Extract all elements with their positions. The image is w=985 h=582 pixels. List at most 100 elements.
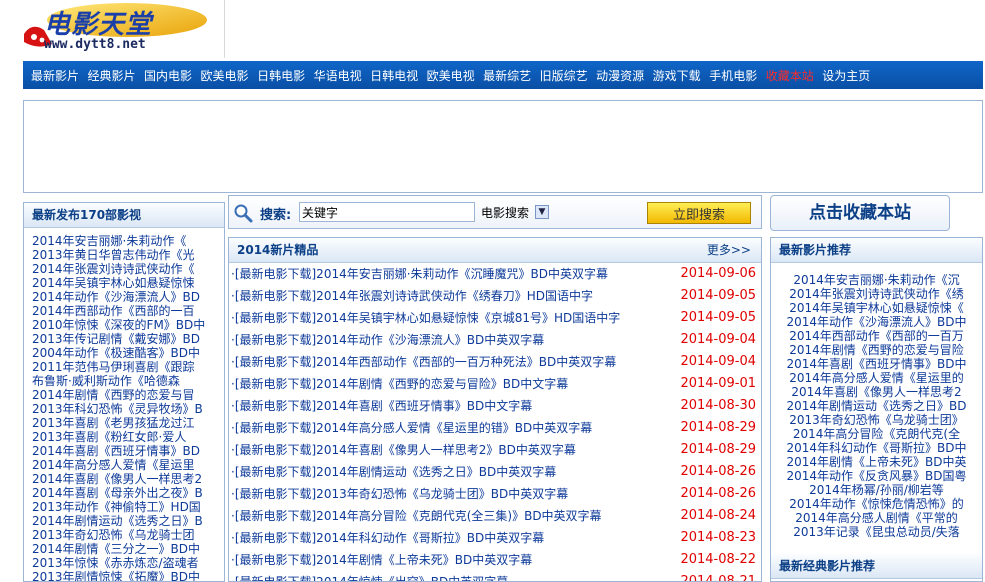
list-item[interactable]: 2013年黄日华曾志伟动作《光 — [32, 248, 224, 262]
movie-link[interactable]: ·[最新电影下载]2013年奇幻恐怖《乌龙骑士团》BD中英双字幕 — [231, 483, 568, 505]
nav-item[interactable]: 欧美电视 — [427, 67, 475, 84]
list-item[interactable]: 2014年安吉丽娜·朱莉动作《沉 — [771, 273, 982, 287]
list-item[interactable]: 2014年喜剧《像男人一样思考2 — [771, 385, 982, 399]
list-item[interactable]: 2014年剧情运动《选秀之日》BD — [771, 399, 982, 413]
table-row: ·[最新电影下载]2014年动作《沙海漂流人》BD中英双字幕 2014-09-04 — [229, 329, 761, 351]
list-item[interactable]: 2014年高分感人爱情《星运里 — [32, 458, 224, 472]
nav-item[interactable]: 游戏下载 — [653, 67, 701, 84]
list-item[interactable]: 2014年剧情《上帝未死》BD中英 — [771, 455, 982, 469]
list-item[interactable]: 2014年动作《沙海漂流人》BD — [32, 290, 224, 304]
chevron-down-icon: ▼ — [535, 205, 550, 219]
list-item[interactable]: 布鲁斯·威利斯动作《哈德森 — [32, 374, 224, 388]
search-type-select[interactable]: 电影搜索 ▼ — [481, 203, 550, 221]
banner-ad-area — [23, 100, 983, 193]
table-row: ·[最新电影下载]2014年高分冒险《克朗代克(全三集)》BD中英双字幕 2014… — [229, 505, 761, 527]
new-movies-header: 2014新片精品 更多>> — [229, 238, 761, 263]
search-button[interactable]: 立即搜索 — [647, 202, 751, 224]
movie-date: 2014-09-05 — [680, 288, 756, 303]
nav-item[interactable]: 日韩电视 — [370, 67, 418, 84]
movie-link[interactable]: ·[最新电影下载]2014年吴镇宇林心如悬疑惊悚《京城81号》HD国语中字 — [231, 307, 620, 329]
movie-link[interactable]: ·[最新电影下载]2014年安吉丽娜·朱莉动作《沉睡魔咒》BD中英双字幕 — [231, 263, 608, 285]
list-item[interactable]: 2013年传记剧情《戴安娜》BD — [32, 332, 224, 346]
list-item[interactable]: 2014年高分冒险《克朗代克(全 — [771, 427, 982, 441]
list-item[interactable]: 2014年剧情运动《选秀之日》B — [32, 514, 224, 528]
list-item[interactable]: 2014年西部动作《西部的一百万 — [771, 329, 982, 343]
movie-link[interactable]: ·[最新电影下载]2014年剧情运动《选秀之日》BD中英双字幕 — [231, 461, 556, 483]
list-item[interactable]: 2013年记录《昆虫总动员/失落 — [771, 525, 982, 539]
nav-item[interactable]: 国内电影 — [144, 67, 192, 84]
nav-item[interactable]: 欧美电影 — [201, 67, 249, 84]
list-item[interactable]: 2010年惊悚《深夜的FM》BD中 — [32, 318, 224, 332]
list-item[interactable]: 2014年安吉丽娜·朱莉动作《 — [32, 234, 224, 248]
list-item[interactable]: 2014年吴镇宇林心如悬疑惊悚 — [32, 276, 224, 290]
list-item[interactable]: 2014年动作《惊悚危情恐怖》的 — [771, 497, 982, 511]
list-item[interactable]: 2013年科幻恐怖《灵异牧场》B — [32, 402, 224, 416]
nav-item[interactable]: 动漫资源 — [596, 67, 644, 84]
movie-link[interactable]: ·[最新电影下载]2014年剧情《西野的恋爱与冒险》BD中文字幕 — [231, 373, 568, 395]
list-item[interactable]: 2004年动作《极速酷客》BD中 — [32, 346, 224, 360]
movie-link[interactable]: ·[最新电影下载]2014年高分冒险《克朗代克(全三集)》BD中英双字幕 — [231, 505, 602, 527]
list-item[interactable]: 2014年喜剧《西班牙情事》BD — [32, 444, 224, 458]
bookmark-button[interactable]: 点击收藏本站 — [770, 195, 950, 231]
movie-date: 2014-08-29 — [680, 420, 756, 435]
nav-item[interactable]: 日韩电影 — [257, 67, 305, 84]
list-item[interactable]: 2011年范伟马伊琍喜剧《跟踪 — [32, 360, 224, 374]
movie-link[interactable]: ·[最新电影下载]2014年惊悚《出窍》BD中英双字幕 — [231, 571, 508, 581]
nav-item[interactable]: 华语电视 — [314, 67, 362, 84]
list-item[interactable]: 2014年科幻动作《哥斯拉》BD中 — [771, 441, 982, 455]
list-item[interactable]: 2014年高分感人剧情《平常的 — [771, 511, 982, 525]
list-item[interactable]: 2014年吴镇宇林心如悬疑惊悚《 — [771, 301, 982, 315]
list-item[interactable]: 2013年喜剧《粉红女郎·爱人 — [32, 430, 224, 444]
nav-item[interactable]: 手机电影 — [709, 67, 757, 84]
movie-date: 2014-08-30 — [680, 398, 756, 413]
site-logo[interactable]: 电影天堂 www.dytt8.net — [22, 0, 222, 58]
nav-item[interactable]: 设为主页 — [822, 67, 870, 84]
list-item[interactable]: 2014年喜剧《西班牙情事》BD中 — [771, 357, 982, 371]
search-input[interactable] — [299, 202, 475, 222]
table-row: ·[最新电影下载]2014年喜剧《西班牙情事》BD中文字幕 2014-08-30 — [229, 395, 761, 417]
movie-link[interactable]: ·[最新电影下载]2014年西部动作《西部的一百万种死法》BD中英双字幕 — [231, 351, 616, 373]
nav-item[interactable]: 旧版综艺 — [540, 67, 588, 84]
list-item[interactable]: 2013年动作《神偷特工》HD国 — [32, 500, 224, 514]
list-item[interactable]: 2013年剧情惊悚《拓魔》BD中 — [32, 570, 224, 581]
list-item[interactable]: 2014年剧情《西野的恋爱与冒 — [32, 388, 224, 402]
list-item[interactable]: 2013年惊悚《赤赤炼恋/盗魂者 — [32, 556, 224, 570]
list-item[interactable]: 2014年西部动作《西部的一百 — [32, 304, 224, 318]
latest-release-title: 最新发布170部影视 — [24, 203, 224, 228]
list-item[interactable]: 2014年喜剧《母亲外出之夜》B — [32, 486, 224, 500]
table-row: ·[最新电影下载]2014年喜剧《像男人一样思考2》BD中英双字幕 2014-08… — [229, 439, 761, 461]
list-item[interactable]: 2014年动作《沙海漂流人》BD中 — [771, 315, 982, 329]
movie-link[interactable]: ·[最新电影下载]2014年张震刘诗诗武侠动作《绣春刀》HD国语中字 — [231, 285, 593, 307]
logo-title: 电影天堂 — [44, 10, 153, 40]
movie-link[interactable]: ·[最新电影下载]2014年高分感人爱情《星运里的错》BD中英双字幕 — [231, 417, 592, 439]
list-item[interactable]: 2014年喜剧《像男人一样思考2 — [32, 472, 224, 486]
more-link[interactable]: 更多>> — [707, 238, 751, 262]
movie-date: 2014-08-29 — [680, 442, 756, 457]
latest-release-list: 2014年安吉丽娜·朱莉动作《 2013年黄日华曾志伟动作《光 2014年张震刘诗诗… — [24, 228, 224, 581]
nav-item[interactable]: 收藏本站 — [766, 67, 814, 84]
list-item[interactable]: 2013年奇幻恐怖《乌龙骑士团 — [32, 528, 224, 542]
list-item[interactable]: 2013年奇幻恐怖《乌龙骑士团》 — [771, 413, 982, 427]
search-icon — [234, 204, 253, 223]
list-item[interactable]: 2014年高分感人爱情《星运里的 — [771, 371, 982, 385]
movie-link[interactable]: ·[最新电影下载]2014年喜剧《西班牙情事》BD中文字幕 — [231, 395, 532, 417]
top-ad-area — [224, 0, 983, 58]
movie-date: 2014-09-04 — [680, 332, 756, 347]
movie-link[interactable]: ·[最新电影下载]2014年喜剧《像男人一样思考2》BD中英双字幕 — [231, 439, 576, 461]
classic-recommend-title: 最新经典影片推荐 — [771, 554, 982, 579]
list-item[interactable]: 2014年剧情《三分之一》BD中 — [32, 542, 224, 556]
list-item[interactable]: 2014年杨幂/孙丽/柳岩等 — [771, 483, 982, 497]
list-item[interactable]: 2014年张震刘诗诗武侠动作《 — [32, 262, 224, 276]
logo-url: www.dytt8.net — [44, 37, 146, 52]
list-item[interactable]: 2014年动作《反贪风暴》BD国粤 — [771, 469, 982, 483]
movie-link[interactable]: ·[最新电影下载]2014年科幻动作《哥斯拉》BD中英双字幕 — [231, 527, 544, 549]
movie-link[interactable]: ·[最新电影下载]2014年剧情《上帝未死》BD中英双字幕 — [231, 549, 532, 571]
list-item[interactable]: 2014年张震刘诗诗武侠动作《绣 — [771, 287, 982, 301]
list-item[interactable]: 2013年喜剧《老男孩猛龙过江 — [32, 416, 224, 430]
movie-link[interactable]: ·[最新电影下载]2014年动作《沙海漂流人》BD中英双字幕 — [231, 329, 544, 351]
recommend-box: 最新影片推荐 2014年安吉丽娜·朱莉动作《沉 2014年张震刘诗诗武侠动作《绣 2… — [770, 237, 983, 582]
nav-item[interactable]: 最新综艺 — [483, 67, 531, 84]
nav-item[interactable]: 最新影片 — [31, 67, 79, 84]
list-item[interactable]: 2014年剧情《西野的恋爱与冒险 — [771, 343, 982, 357]
nav-item[interactable]: 经典影片 — [88, 67, 136, 84]
